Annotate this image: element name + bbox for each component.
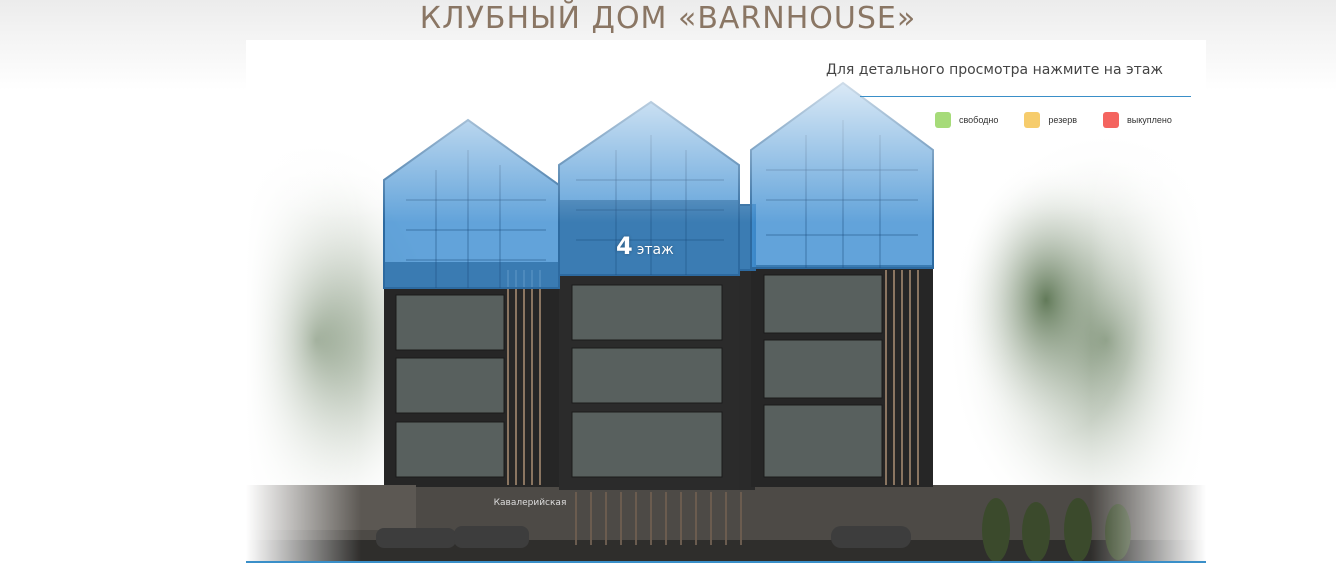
legend-swatch-sold [1103, 112, 1120, 128]
legend-swatch-reserve [1024, 112, 1041, 128]
legend-label-reserve: резерв [1048, 115, 1078, 125]
legend-item-sold: выкуплено [1103, 112, 1172, 128]
legend-label-sold: выкуплено [1127, 115, 1172, 125]
legend-swatch-free [935, 112, 951, 128]
street-sign: Кавалерийская [493, 498, 567, 508]
floor-word: этаж [636, 242, 674, 258]
legend-label-free: свободно [959, 115, 999, 125]
hint-text: Для детального просмотра нажмите на этаж [826, 62, 1164, 78]
bottom-divider [246, 561, 1206, 563]
floor-number: 4 [616, 232, 633, 260]
legend-item-reserve: резерв [1024, 112, 1077, 128]
page-title: КЛУБНЫЙ ДОМ «BARNHOUSE» [419, 1, 917, 36]
legend-item-free: свободно [935, 112, 998, 128]
floor-4-hotspot[interactable]: 4 этаж [616, 232, 674, 260]
status-legend: свободно резерв выкуплено [935, 112, 1198, 128]
hint-divider [860, 96, 1191, 97]
